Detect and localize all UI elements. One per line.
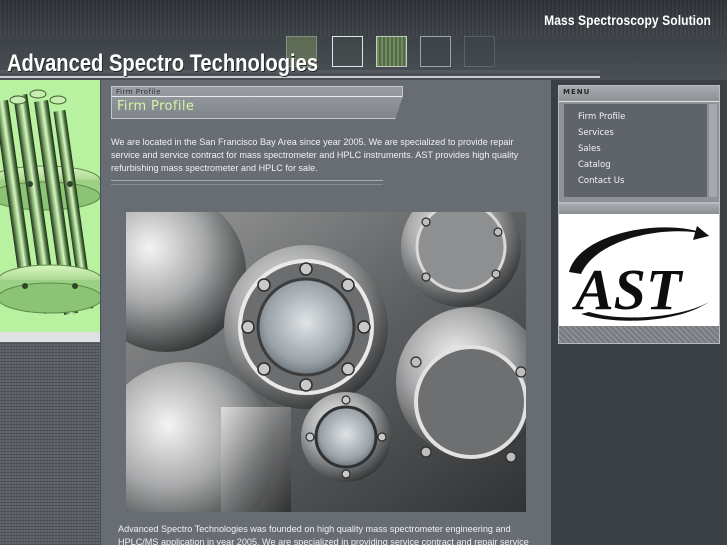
section-header-box: Firm Profile Firm Profile — [111, 86, 403, 120]
intro-paragraph: We are located in the San Francisco Bay … — [111, 137, 519, 173]
decorative-square — [420, 36, 451, 67]
menu-panel: MENU Firm Profile Services Sales Catalog… — [558, 85, 720, 203]
main-content: Firm Profile Firm Profile We are located… — [101, 80, 551, 545]
logo-panel-header — [559, 204, 719, 214]
decorative-square — [376, 36, 407, 67]
site-tagline: Mass Spectroscopy Solution — [544, 12, 711, 28]
right-sidebar: MENU Firm Profile Services Sales Catalog… — [551, 80, 727, 545]
section-header-divider — [112, 96, 402, 97]
menu-item-firm-profile[interactable]: Firm Profile — [564, 109, 707, 125]
left-texture-panel — [0, 342, 100, 545]
section-header-notch — [395, 96, 403, 120]
section-small-label: Firm Profile — [116, 88, 162, 96]
menu-header-divider — [559, 101, 719, 102]
vacuum-chamber-photo — [126, 212, 526, 512]
menu-item-catalog[interactable]: Catalog — [564, 157, 707, 173]
left-decorative-column — [0, 80, 101, 545]
decorative-square — [332, 36, 363, 67]
menu-header: MENU — [559, 86, 719, 102]
menu-heading: MENU — [563, 88, 591, 96]
menu-side-bar — [709, 104, 717, 197]
instrument-parts-image — [0, 80, 100, 332]
site-title[interactable]: Advanced Spectro Technologies — [7, 50, 318, 78]
content-divider — [111, 180, 383, 181]
decorative-square — [464, 36, 495, 67]
menu-item-contact-us[interactable]: Contact Us — [564, 173, 707, 189]
logo-panel-footer — [559, 326, 719, 343]
section-title: Firm Profile — [117, 99, 195, 114]
site-header: Mass Spectroscopy Solution Advanced Spec… — [0, 0, 727, 80]
menu-item-sales[interactable]: Sales — [564, 141, 707, 157]
content-divider — [111, 184, 383, 185]
menu-list: Firm Profile Services Sales Catalog Cont… — [564, 104, 707, 197]
founded-paragraph: Advanced Spectro Technologies was founde… — [118, 524, 529, 545]
instrument-parts-illustration — [0, 80, 100, 332]
menu-item-services[interactable]: Services — [564, 125, 707, 141]
vacuum-chamber-illustration — [126, 212, 526, 512]
left-separator — [0, 332, 100, 342]
company-logo-panel: AST — [558, 203, 720, 344]
ast-logo: AST — [569, 226, 711, 322]
